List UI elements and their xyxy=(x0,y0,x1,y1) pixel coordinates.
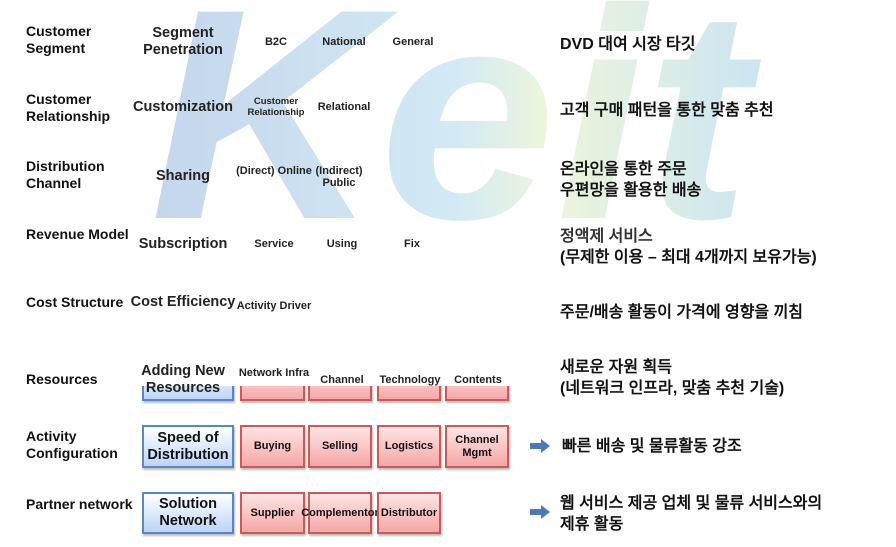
item-contents: Contents xyxy=(454,374,502,386)
box-solution-network: Solution Network xyxy=(142,492,234,534)
item-fix: Fix xyxy=(404,238,420,250)
box-supplier: Supplier xyxy=(240,492,305,534)
row-label-distribution-channel: Distribution Channel xyxy=(26,158,105,191)
key-customization: Customization xyxy=(133,99,233,115)
desc-customer-segment: DVD 대여 시장 타깃 xyxy=(560,36,696,53)
row-label-activity-configuration: Activity Configuration xyxy=(26,428,118,461)
key-sharing: Sharing xyxy=(156,168,210,184)
box-selling: Selling xyxy=(308,425,372,468)
item-relational: Relational xyxy=(317,101,371,113)
row-label-cost-structure: Cost Structure xyxy=(26,294,124,310)
box-channel-mgmt: Channel Mgmt xyxy=(445,425,509,468)
desc-cost-structure: 주문/배송 활동이 가격에 영향을 끼침 xyxy=(560,304,804,321)
item-using: Using xyxy=(326,238,358,250)
item-direct-online: (Direct) Online xyxy=(236,165,312,177)
item-general: General xyxy=(392,36,434,48)
desc-partner-network: 웹 서비스 제공 업체 및 물류 서비스와의 제휴 활동 xyxy=(560,495,823,533)
row-label-customer-segment: Customer Segment xyxy=(26,23,92,56)
row-label-partner-network: Partner network xyxy=(26,496,133,512)
row-label-resources: Resources xyxy=(26,371,98,387)
item-indirect-public: (Indirect) Public xyxy=(315,165,363,189)
box-buying: Buying xyxy=(240,425,305,468)
box-logistics: Logistics xyxy=(377,425,441,468)
item-activity-driver: Activity Driver xyxy=(236,300,312,312)
box-distributor: Distributor xyxy=(377,492,441,534)
box-speed-of-distribution: Speed of Distribution xyxy=(142,425,234,468)
box-complementor: Complementor xyxy=(301,492,379,534)
arrow-right-icon xyxy=(530,439,550,453)
desc-revenue-model: 정액제 서비스 (무제한 이용 – 최대 4개까지 보유가능) xyxy=(560,228,817,266)
row-label-customer-relationship: Customer Relationship xyxy=(26,91,111,124)
key-subscription: Subscription xyxy=(138,236,228,252)
desc-customer-relationship: 고객 구매 패턴을 통한 맞춤 추천 xyxy=(560,102,774,119)
desc-resources: 새로운 자원 획득 (네트워크 인프라, 맞춤 추천 기술) xyxy=(560,359,785,397)
item-national: National xyxy=(322,36,366,48)
desc-distribution-channel: 온라인을 통한 주문 우편망을 활용한 배송 xyxy=(560,161,702,199)
row-label-revenue-model: Revenue Model xyxy=(26,226,129,242)
arrow-right-icon xyxy=(530,505,550,519)
key-segment-penetration: Segment Penetration xyxy=(143,25,223,58)
desc-activity-configuration: 빠른 배송 및 물류활동 강조 xyxy=(562,438,742,455)
key-adding-new-resources: Adding New Resources xyxy=(141,363,225,396)
key-cost-efficiency: Cost Efficiency xyxy=(130,294,236,310)
